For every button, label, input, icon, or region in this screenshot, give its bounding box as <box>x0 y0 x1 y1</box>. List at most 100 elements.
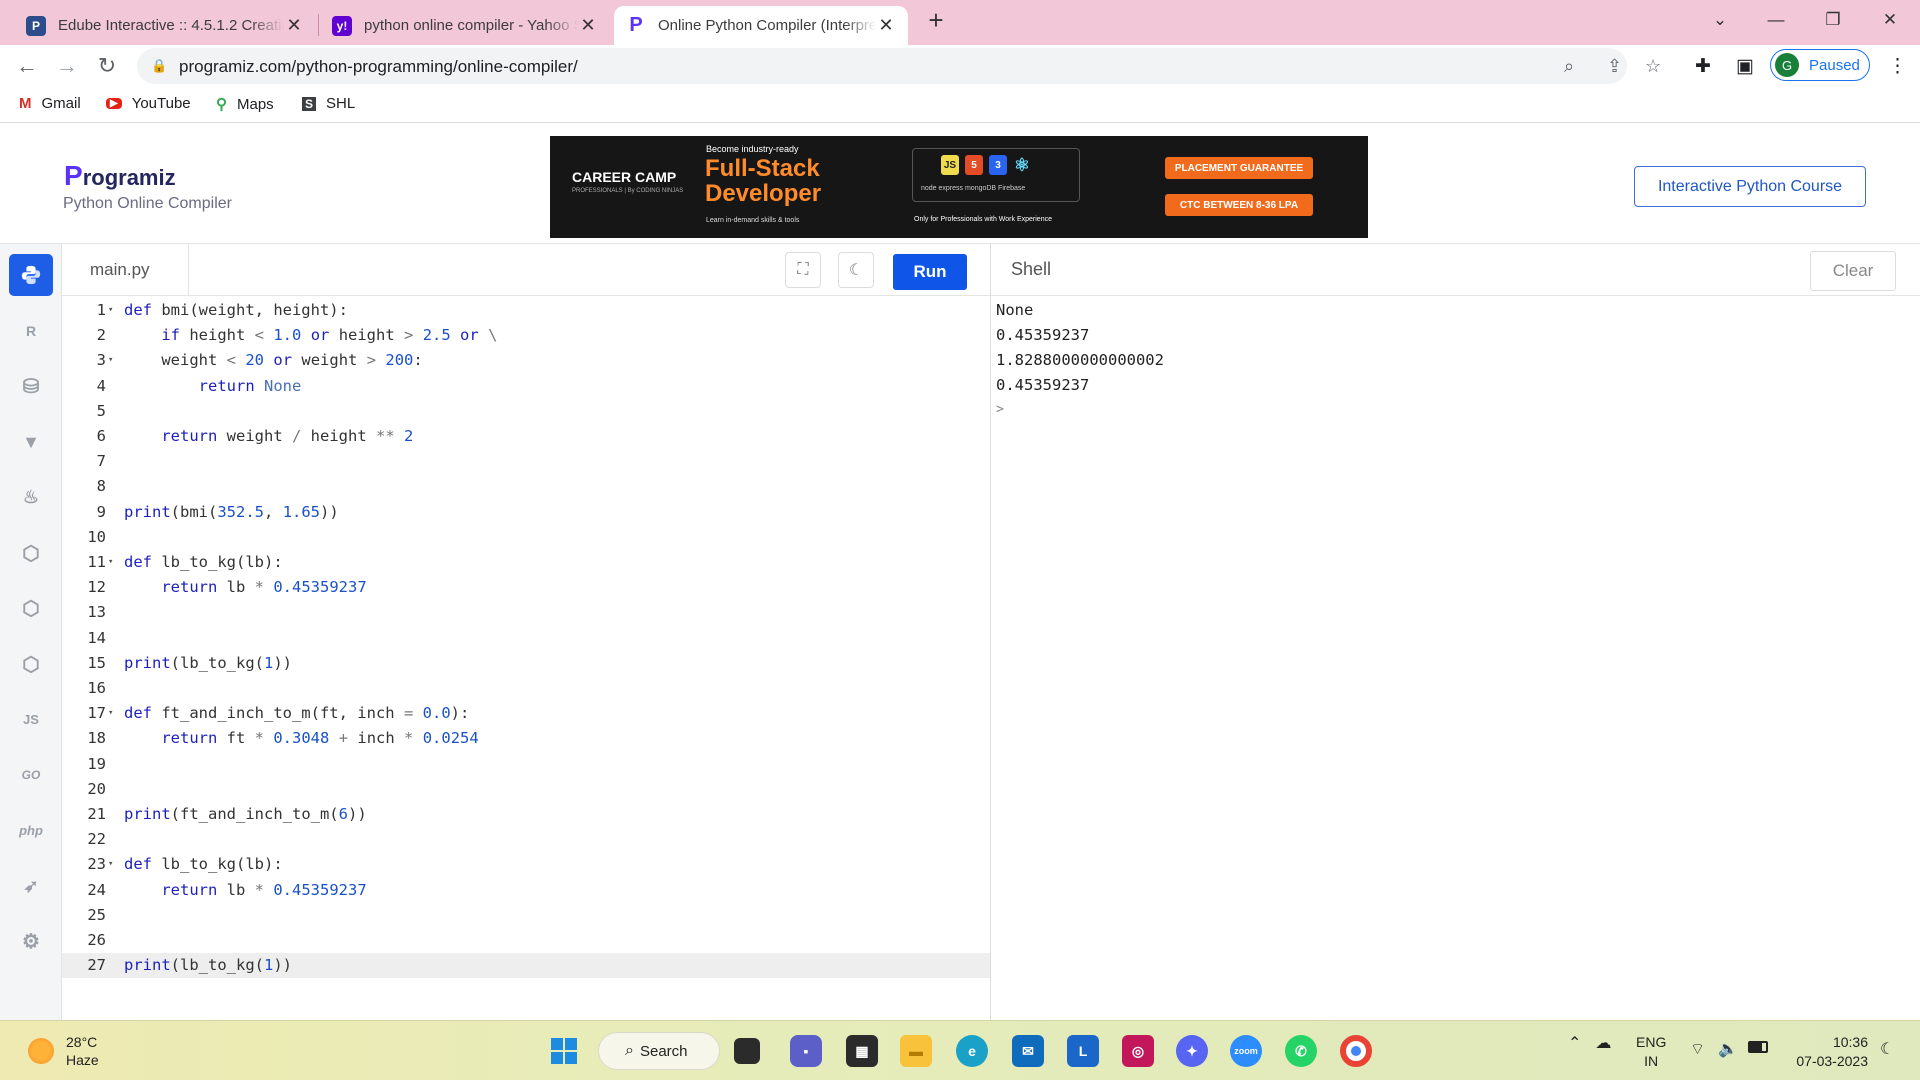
teams-chat-icon[interactable]: ▪ <box>790 1035 822 1067</box>
file-explorer-icon[interactable]: ▬ <box>900 1035 932 1067</box>
c-icon[interactable]: ⬡ <box>9 532 53 574</box>
battery-icon[interactable] <box>1748 1041 1768 1053</box>
edge-icon[interactable]: e <box>956 1035 988 1067</box>
code-editor[interactable]: 1 ▾ def bmi(weight, height): 2 if height < … <box>62 298 990 1018</box>
lens-app-icon[interactable]: L <box>1067 1035 1099 1067</box>
new-tab-icon[interactable]: + <box>912 0 960 40</box>
close-icon[interactable]: ✕ <box>578 15 598 36</box>
fold-toggle-icon[interactable]: ▾ <box>108 348 113 372</box>
fold-toggle-icon[interactable]: ▾ <box>108 550 113 574</box>
back-icon[interactable]: ← <box>12 51 42 81</box>
fold-toggle-icon[interactable]: ▾ <box>108 701 113 725</box>
chrome-icon[interactable] <box>1340 1035 1372 1067</box>
tab-edube[interactable]: P Edube Interactive :: 4.5.1.2 Creating … <box>14 6 316 45</box>
bookmark-maps[interactable]: ⚲ Maps <box>216 95 274 114</box>
bookmark-star-icon[interactable]: ☆ <box>1645 56 1661 77</box>
microsoft-store-icon[interactable]: ▦ <box>846 1035 878 1067</box>
file-tab-main-py[interactable]: main.py <box>62 244 189 296</box>
ad-banner[interactable]: CAREER CAMP PROFESSIONALS | By CODING NIN… <box>550 136 1368 238</box>
code-line[interactable]: 26 <box>62 928 990 953</box>
weather-widget[interactable]: 28°C Haze <box>28 1033 99 1069</box>
code-line[interactable]: 24 return lb * 0.45359237 <box>62 878 990 903</box>
restore-icon[interactable]: ❐ <box>1805 0 1861 40</box>
code-line[interactable]: 19 <box>62 752 990 777</box>
pane-divider[interactable] <box>990 244 991 1020</box>
zoom-icon[interactable]: zoom <box>1230 1035 1262 1067</box>
code-line[interactable]: 8 <box>62 474 990 499</box>
instagram-app-icon[interactable]: ◎ <box>1122 1035 1154 1067</box>
side-panel-icon[interactable]: ▣ <box>1736 55 1754 78</box>
fullscreen-icon[interactable]: ⛶ <box>785 252 821 288</box>
cpp-icon[interactable]: ⬡ <box>9 587 53 629</box>
onedrive-cloud-icon[interactable]: ☁ <box>1595 1033 1611 1053</box>
dark-mode-icon[interactable]: ☾ <box>838 252 874 288</box>
js-icon[interactable]: JS <box>9 698 53 740</box>
code-line[interactable]: 12 return lb * 0.45359237 <box>62 575 990 600</box>
profile-button[interactable]: G Paused <box>1770 49 1870 81</box>
windows-start-icon[interactable] <box>548 1035 580 1067</box>
zoom-icon[interactable]: ⌕ <box>1564 56 1574 77</box>
csharp-icon[interactable]: ⬡ <box>9 643 53 685</box>
code-line[interactable]: 7 <box>62 449 990 474</box>
shell-output[interactable]: None 0.45359237 1.8288000000000002 0.453… <box>996 298 1164 423</box>
java-icon[interactable]: ♨ <box>9 476 53 518</box>
code-line[interactable]: 4 return None <box>62 374 990 399</box>
close-icon[interactable]: ✕ <box>284 15 304 36</box>
notifications-icon[interactable]: ☾ <box>1880 1039 1894 1059</box>
code-line[interactable]: 20 <box>62 777 990 802</box>
reload-icon[interactable]: ↻ <box>92 51 122 81</box>
url-text[interactable]: programiz.com/python-programming/online-… <box>179 57 578 77</box>
html-icon[interactable]: ▼ <box>9 421 53 463</box>
code-line[interactable]: 6 return weight / height ** 2 <box>62 424 990 449</box>
tab-search-chevron-icon[interactable]: ⌄ <box>1692 0 1748 40</box>
code-line[interactable]: 10 <box>62 525 990 550</box>
mail-icon[interactable]: ✉ <box>1012 1035 1044 1067</box>
code-line[interactable]: 3 ▾ weight < 20 or weight > 200: <box>62 348 990 373</box>
interactive-course-button[interactable]: Interactive Python Course <box>1634 166 1866 207</box>
code-line[interactable]: 25 <box>62 903 990 928</box>
fold-toggle-icon[interactable]: ▾ <box>108 298 113 322</box>
code-line[interactable]: 16 <box>62 676 990 701</box>
share-icon[interactable]: ⇪ <box>1607 56 1622 77</box>
extensions-icon[interactable]: ✚ <box>1695 55 1711 78</box>
minimize-icon[interactable]: — <box>1748 0 1804 40</box>
go-icon[interactable]: GO <box>9 754 53 796</box>
address-bar[interactable]: 🔒 programiz.com/python-programming/onlin… <box>137 48 1661 84</box>
programiz-logo[interactable]: Programiz <box>64 160 176 192</box>
run-button[interactable]: Run <box>893 254 967 290</box>
r-icon[interactable]: R <box>9 310 53 352</box>
tab-yahoo[interactable]: y! python online compiler - Yahoo Search… <box>320 6 610 45</box>
bookmark-gmail[interactable]: M Gmail <box>19 95 81 112</box>
fold-toggle-icon[interactable]: ▾ <box>108 852 113 876</box>
task-view-icon[interactable] <box>734 1038 760 1064</box>
code-line[interactable]: 11 ▾ def lb_to_kg(lb): <box>62 550 990 575</box>
shell-prompt[interactable]: > <box>996 398 1164 423</box>
forward-icon[interactable]: → <box>52 51 82 81</box>
copilot-app-icon[interactable]: ✦ <box>1176 1035 1208 1067</box>
volume-icon[interactable]: 🔈 <box>1718 1039 1738 1059</box>
code-line[interactable]: 21 print(ft_and_inch_to_m(6)) <box>62 802 990 827</box>
code-line[interactable]: 1 ▾ def bmi(weight, height): <box>62 298 990 323</box>
code-line[interactable]: 9 print(bmi(352.5, 1.65)) <box>62 500 990 525</box>
bookmark-shl[interactable]: S SHL <box>302 95 355 112</box>
python-icon[interactable] <box>9 254 53 296</box>
clear-button[interactable]: Clear <box>1810 251 1896 291</box>
code-line[interactable]: 14 <box>62 626 990 651</box>
input-language[interactable]: ENG IN <box>1636 1033 1666 1071</box>
code-line[interactable]: 27 print(lb_to_kg(1)) <box>62 953 990 979</box>
taskbar-search[interactable]: ⌕ Search <box>598 1032 720 1070</box>
code-line[interactable]: 13 <box>62 600 990 625</box>
bookmark-youtube[interactable]: ▶ YouTube <box>106 95 191 112</box>
code-line[interactable]: 22 <box>62 827 990 852</box>
chevron-up-icon[interactable]: ⌃ <box>1568 1033 1581 1053</box>
php-icon[interactable]: php <box>9 809 53 851</box>
rust-icon[interactable]: ⚙ <box>9 920 53 962</box>
close-icon[interactable]: ✕ <box>876 15 896 36</box>
window-close-icon[interactable]: ✕ <box>1862 0 1918 40</box>
wifi-icon[interactable]: ⌔ <box>1690 1039 1705 1059</box>
code-line[interactable]: 17 ▾ def ft_and_inch_to_m(ft, inch = 0.0): <box>62 701 990 726</box>
tab-programiz[interactable]: P Online Python Compiler (Interpreter) ✕ <box>614 6 908 45</box>
code-line[interactable]: 18 return ft * 0.3048 + inch * 0.0254 <box>62 726 990 751</box>
swift-icon[interactable]: ➶ <box>9 865 53 907</box>
code-line[interactable]: 5 <box>62 399 990 424</box>
